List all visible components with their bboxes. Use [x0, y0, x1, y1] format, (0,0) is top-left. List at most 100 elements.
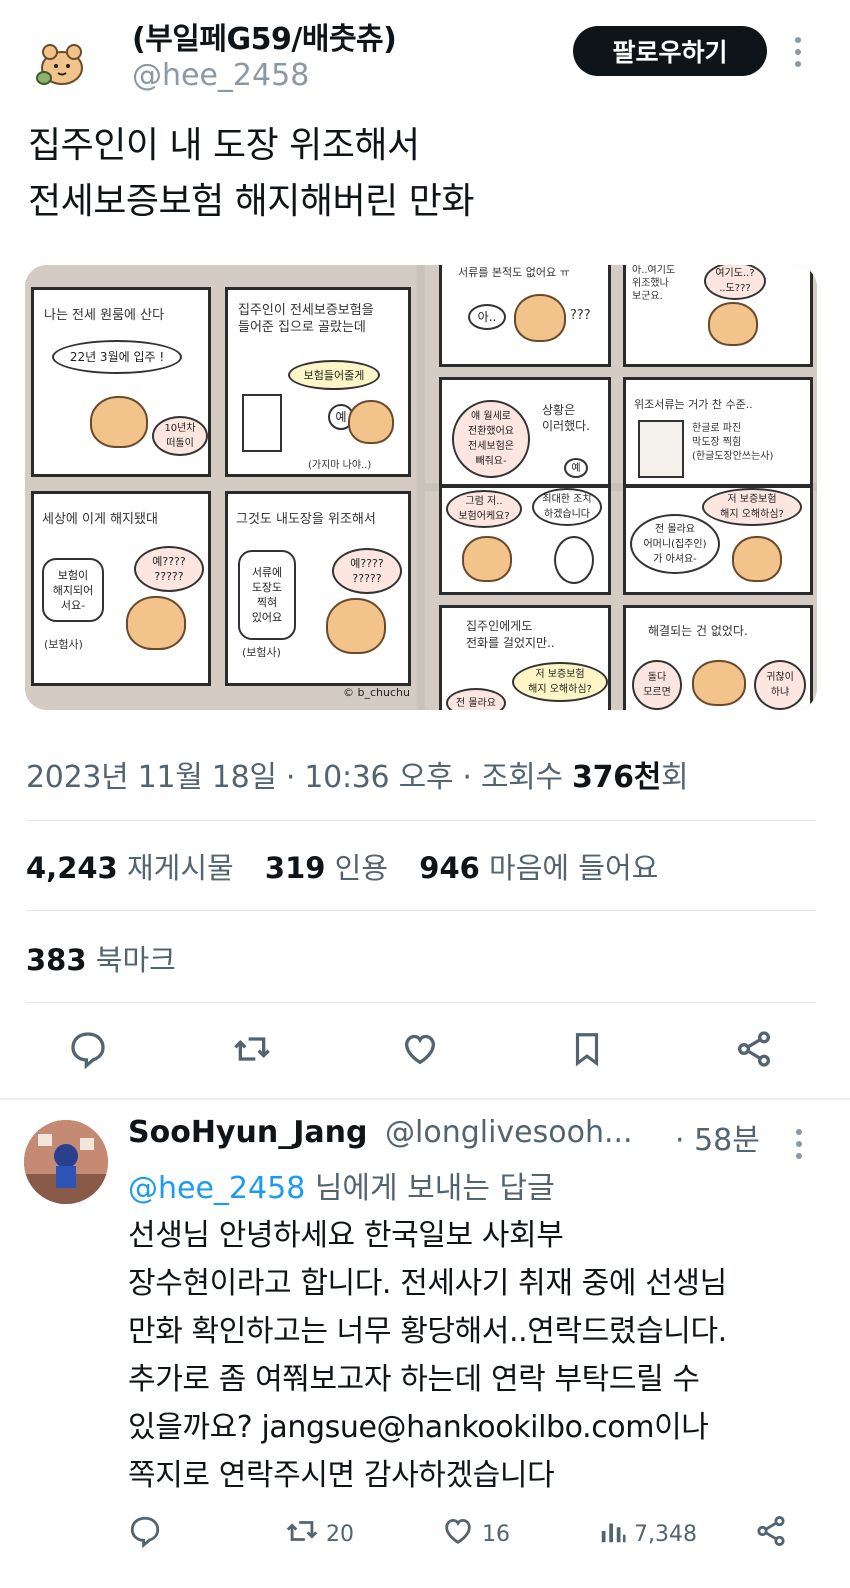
speech-bubble: 전 몰라요: [446, 688, 506, 710]
tweet-action-bar: [0, 1025, 850, 1077]
reply-action-bar: 20 16 7,348: [128, 1512, 828, 1556]
reply-more-options-icon[interactable]: [789, 1124, 809, 1164]
retweets-count[interactable]: 4,243: [26, 851, 118, 885]
reply-timestamp[interactable]: · 58분: [675, 1115, 760, 1159]
speech-bubble: 예: [564, 458, 588, 478]
more-options-icon[interactable]: [786, 30, 810, 74]
comic-panel: 해결되는 건 없었다. 돌다 모르면 귀찮이 하냐: [623, 605, 813, 710]
speech-bubble: 10년차 떠돌이: [152, 416, 208, 456]
comic-panel: 집주인이 전세보증보험을 들어준 집으로 골랐는데 보험들어줄게 예 (가지마 …: [225, 287, 411, 477]
quotes-label[interactable]: 인용: [335, 851, 388, 885]
character-illustration-ghost: [554, 536, 594, 584]
panel-caption: 서류를 본적도 없어요 ㅠ: [458, 266, 570, 279]
reply-icon[interactable]: [64, 1025, 112, 1073]
tweet-datetime[interactable]: 2023년 11월 18일 · 10:36 오후 · 조회수: [26, 760, 572, 795]
reply-icon: [128, 1514, 162, 1554]
bookmark-icon[interactable]: [563, 1025, 611, 1073]
like-icon[interactable]: [396, 1025, 444, 1073]
share-icon: [754, 1514, 788, 1554]
panel-caption: 아..여기도 위조했나 보군요.: [632, 265, 676, 302]
tweet-timestamp-views: 2023년 11월 18일 · 10:36 오후 · 조회수 376천회: [26, 752, 689, 796]
views-chart-icon: [598, 1516, 628, 1552]
panel-note: (보험사): [44, 638, 83, 651]
bookmark-stats: 383 북마크: [26, 937, 176, 979]
comic-panel: 얘 월세로 전환했어요 전세보험은 빼줘요- 상황은 이러했다. 예: [439, 377, 611, 487]
reply-author-name[interactable]: SooHyun_Jang: [128, 1115, 367, 1150]
likes-label[interactable]: 마음에 들어요: [489, 851, 658, 885]
author-handle[interactable]: @hee_2458: [132, 58, 309, 93]
character-illustration: [732, 536, 782, 582]
reply-views-count: 7,348: [634, 1521, 697, 1547]
replying-to-suffix: 님에게 보내는 답글: [305, 1171, 555, 1206]
speech-bubble: 얘 월세로 전환했어요 전세보험은 빼줘요-: [452, 400, 530, 478]
comic-panel: 그럼 저.. 보험어케요? 죄대한 조치 하겠습니다: [439, 485, 611, 595]
panel-caption: 세상에 이게 해지됐대: [42, 512, 158, 527]
speech-bubble: 돌다 모르면: [632, 660, 682, 710]
comic-image-3[interactable]: 그럼 저.. 보험어케요? 죄대한 조치 하겠습니다 저 보증보험 해지 오해하…: [425, 485, 817, 710]
panel-caption: 나는 전세 원룸에 산다: [44, 308, 165, 323]
comic-panel: 집주인에게도 전화를 걸었지만.. 저 보증보험 해지 오해하심? 전 몰라요: [439, 605, 611, 710]
author-avatar[interactable]: [30, 30, 94, 94]
tweet-header: (부일페G59/배춧츄) @hee_2458 팔로우하기: [0, 0, 850, 110]
retweets-label[interactable]: 재게시물: [127, 851, 234, 885]
comic-panel: 서류를 본적도 없어요 ㅠ 아.. ???: [439, 265, 611, 367]
divider: [26, 1002, 816, 1003]
divider: [26, 910, 816, 911]
engagement-stats: 4,243 재게시물 319 인용 946 마음에 들어요: [26, 845, 680, 887]
reply-retweet-button[interactable]: 20: [284, 1512, 354, 1556]
comic-image-2[interactable]: 서류를 본적도 없어요 ㅠ 아.. ??? 아..여기도 위조했나 보군요. 여…: [425, 265, 817, 487]
character-illustration: [348, 400, 394, 444]
section-separator: [0, 1098, 850, 1100]
reply-text: 선생님 안녕하세요 한국일보 사회부 장수현이라고 합니다. 전세사기 취재 중…: [128, 1218, 727, 1493]
likes-count[interactable]: 946: [419, 851, 480, 885]
divider: [26, 820, 816, 821]
speech-bubble: 전 몰라요 어머니(집주인) 가 아셔요-: [630, 514, 720, 574]
reply-like-count: 16: [482, 1521, 510, 1547]
tweet-text: 집주인이 내 도장 위조해서 전세보증보험 해지해버린 만화: [28, 125, 474, 222]
panel-caption: 상황은 이러했다.: [542, 403, 590, 433]
replying-to-mention[interactable]: @hee_2458: [128, 1171, 305, 1206]
speech-bubble: 저 보증보험 해지 오해하심?: [702, 488, 802, 526]
panel-note: (보험사): [242, 646, 281, 659]
panel-note: ???: [570, 308, 591, 323]
speech-bubble: 22년 3월에 입주 !: [52, 340, 182, 374]
panel-caption: 해결되는 건 없었다.: [648, 624, 748, 638]
reply-author-handle[interactable]: @longlivesooh...: [385, 1115, 633, 1150]
speech-bubble: 보험들어줄게: [288, 360, 380, 390]
reply-retweet-count: 20: [326, 1521, 354, 1547]
panel-note: (가지마 나야..): [308, 460, 372, 471]
panel-caption: 위조서류는 거가 찬 수준..: [634, 398, 753, 411]
share-icon[interactable]: [730, 1025, 778, 1073]
character-illustration: [708, 302, 758, 346]
character-illustration: [514, 294, 566, 342]
author-display-name[interactable]: (부일페G59/배춧츄): [132, 14, 397, 58]
like-icon: [440, 1514, 476, 1554]
tweet-media-grid[interactable]: 나는 전세 원룸에 산다 22년 3월에 입주 ! 10년차 떠돌이 집주인이 …: [25, 265, 817, 710]
speech-bubble: 여기도..? ..도???: [704, 265, 766, 300]
retweet-icon: [284, 1514, 320, 1554]
speech-bubble: 서류에 도장도 찍혀 있어요: [238, 550, 296, 640]
reply-like-button[interactable]: 16: [440, 1512, 510, 1556]
speech-bubble: 예???? ?????: [332, 548, 402, 594]
comic-panel: 위조서류는 거가 찬 수준.. 한글로 파진 막도장 찍힘 (한글도장안쓰는사): [623, 377, 813, 487]
views-count: 376천: [572, 760, 662, 795]
reply-share-button[interactable]: [754, 1512, 788, 1556]
bookmarks-count: 383: [26, 943, 87, 977]
comic-panel: 저 보증보험 해지 오해하심? 전 몰라요 어머니(집주인) 가 아셔요-: [623, 485, 813, 595]
speech-bubble: 저 보증보험 해지 오해하심?: [512, 662, 608, 702]
follow-button[interactable]: 팔로우하기: [573, 26, 767, 76]
reply-views-button[interactable]: 7,348: [598, 1512, 697, 1556]
retweet-icon[interactable]: [228, 1025, 276, 1073]
speech-bubble: 아..: [468, 304, 506, 330]
reply-reply-button[interactable]: [128, 1512, 162, 1556]
bookmarks-label: 북마크: [95, 943, 176, 977]
building-illustration: [242, 394, 282, 452]
character-illustration: [692, 660, 746, 706]
quotes-count[interactable]: 319: [265, 851, 326, 885]
speech-bubble: 귀찮이 하냐: [754, 660, 806, 710]
speech-bubble: 죄대한 조치 하겠습니다: [532, 488, 602, 526]
comic-panel: 그것도 내도장을 위조해서 서류에 도장도 찍혀 있어요 예???? ?????…: [225, 491, 411, 686]
reply-avatar[interactable]: [24, 1120, 108, 1204]
character-illustration: [326, 598, 386, 654]
comic-image-1[interactable]: 나는 전세 원룸에 산다 22년 3월에 입주 ! 10년차 떠돌이 집주인이 …: [25, 265, 417, 710]
